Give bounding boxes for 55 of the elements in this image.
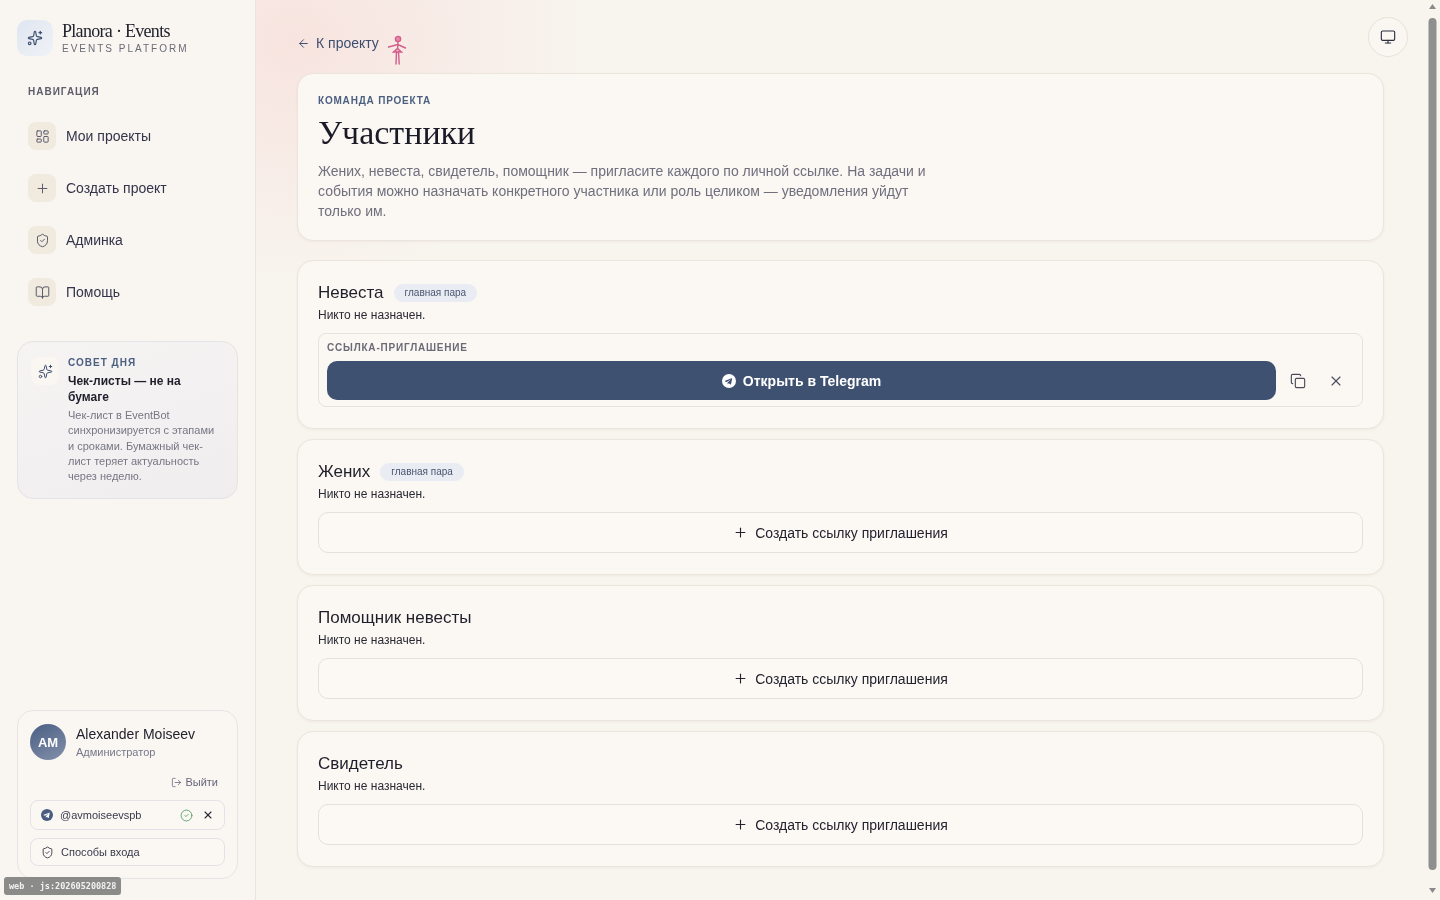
user-role: Администратор [76,745,157,759]
assignment-status: Никто не назначен. [318,633,426,647]
plus-icon [733,817,749,832]
copy-icon [1290,372,1306,389]
role-name: Помощник невесты [318,607,472,629]
role-name: Жених [318,461,371,483]
paper-plane-icon [721,373,736,388]
role-name: Невеста [318,282,384,304]
grid-icon [28,122,56,150]
create-invite-button[interactable]: Создать ссылку приглашения [318,658,1363,699]
monitor-icon [1380,29,1396,45]
logout-icon [171,777,183,788]
open-telegram-button[interactable]: Открыть в Telegram [327,361,1276,400]
page-title: Участники [318,114,476,152]
nav-heading: НАВИГАЦИЯ [27,86,101,98]
nav-item[interactable]: Админка [17,214,238,266]
nav-item[interactable]: Создать проект [17,162,238,214]
close-icon [202,809,214,821]
build-label: web · js:202605200828 [4,877,122,895]
page-description: Жених, невеста, свидетель, помощник — пригласите каждого по личной ссылке. На задачи и события можно назначать конкретного участника или роль целиком — уведомления уйдут только им. [318,162,927,221]
tip-title: Чек-листы — не на бумаге [68,373,182,405]
sparkle-icon [17,20,53,56]
nav-item[interactable]: Мои проекты [17,110,238,162]
user-name: Alexander Moiseev [76,725,196,743]
plus-icon [733,671,749,686]
telegram-handle: @avmoiseevspb [60,809,143,821]
assignment-status: Никто не назначен. [318,308,426,322]
create-invite-button[interactable]: Создать ссылку приглашения [318,804,1363,845]
invite-label: ССЫЛКА-ПРИГЛАШЕНИЕ [327,341,468,355]
arrow-left-icon [297,36,310,50]
tip-heading: СОВЕТ ДНЯ [68,357,138,369]
create-invite-button[interactable]: Создать ссылку приглашения [318,512,1363,553]
login-methods-button[interactable]: Способы входа [30,838,225,866]
assignment-status: Никто не назначен. [318,779,426,793]
dancer-icon [386,35,407,65]
assignment-status: Никто не назначен. [318,487,426,501]
display-button[interactable] [1368,17,1408,57]
sparkle-icon [31,357,59,385]
role-tag: главная пара [380,463,464,481]
logout-link[interactable]: Выйти [171,776,218,789]
section-eyebrow: КОМАНДА ПРОЕКТА [318,94,431,108]
plus-icon [733,525,749,540]
shield-check-icon [28,226,56,254]
book-icon [28,278,56,306]
avatar: AM [30,724,66,760]
role-name: Свидетель [318,753,403,775]
paper-plane-icon [41,809,53,821]
brand-name: Planora · Events [62,21,171,42]
tip-text: Чек-лист в EventBot синхронизируется с этапами и сроками. Бумажный чек-лист теряет актуальность через неделю. [68,408,216,485]
shield-check-icon [41,845,54,859]
brand-tagline: EVENTS PLATFORM [62,43,189,55]
back-link[interactable]: К проекту [297,35,379,51]
plus-icon [28,174,56,202]
role-tag: главная пара [393,284,478,302]
nav-item[interactable]: Помощь [17,266,238,318]
